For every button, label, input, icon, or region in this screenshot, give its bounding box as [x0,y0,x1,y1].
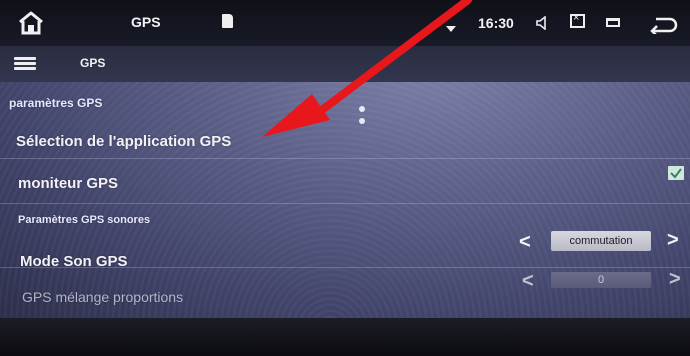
mix-value[interactable]: 0 [551,272,651,288]
check-icon [670,168,682,179]
chevron-right-icon[interactable]: > [669,268,681,291]
home-icon[interactable] [18,11,44,35]
divider [0,158,690,159]
section-header-gps-sound: Paramètres GPS sonores [18,214,151,226]
gps-app-selection-item[interactable]: Sélection de l'application GPS [16,133,231,150]
device-bezel [0,318,690,356]
divider [0,203,690,204]
section-header-gps-settings: paramètres GPS [9,96,103,110]
app-title: GPS [131,14,161,30]
gps-monitor-item[interactable]: moniteur GPS [18,175,118,192]
divider [0,267,690,268]
scroll-indicator [359,106,365,112]
screenshot-icon[interactable] [570,12,585,28]
gps-monitor-checkbox[interactable] [668,166,684,180]
status-bar: GPS 16:30 [0,0,690,46]
scroll-indicator [359,118,365,124]
toolbar: GPS [0,46,690,82]
toolbar-title: GPS [80,56,106,70]
wifi-icon [446,26,456,32]
volume-icon[interactable] [536,16,550,30]
window-icon[interactable] [606,18,620,27]
menu-icon[interactable] [14,57,36,71]
sound-mode-value[interactable]: commutation [551,231,651,251]
chevron-left-icon[interactable]: < [519,231,531,254]
clock: 16:30 [478,15,514,31]
gps-settings-screen: GPS 16:30 GPS paramètres GPS Sélection d… [0,0,690,318]
back-icon[interactable] [650,16,678,34]
chevron-right-icon[interactable]: > [667,229,679,252]
sd-card-icon [222,14,233,28]
chevron-left-icon[interactable]: < [522,270,534,293]
gps-mix-item[interactable]: GPS mélange proportions [22,289,183,305]
